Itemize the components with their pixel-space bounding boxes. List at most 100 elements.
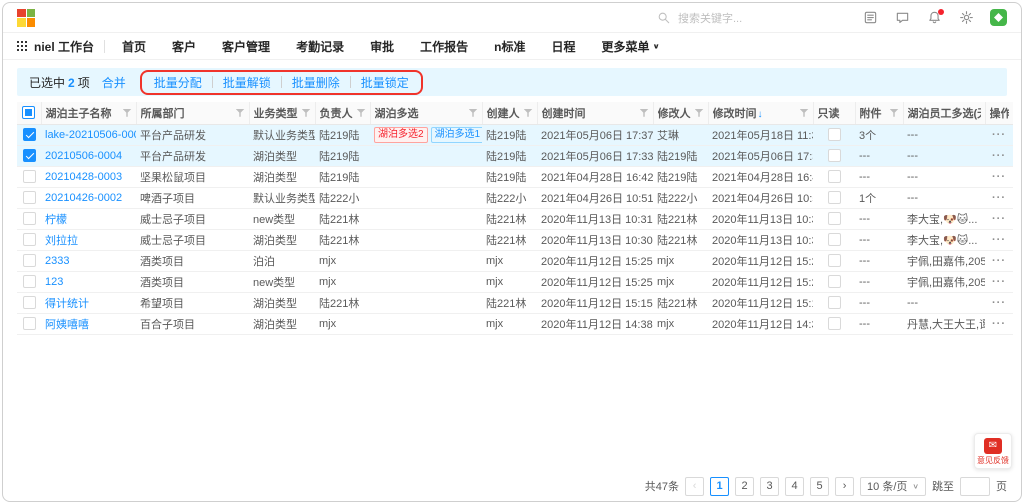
table-row[interactable]: 20210428-0003 坚果松鼠项目 湖泊类型 陆219陆 陆219陆 20… [17, 166, 1013, 187]
readonly-checkbox[interactable] [828, 296, 841, 309]
prev-page-button[interactable]: ‹ [685, 477, 704, 496]
nav-item-schedule[interactable]: 日程 [538, 38, 588, 55]
table-row[interactable]: 123 酒类项目 new类型 mjx mjx 2020年11月12日 15:25… [17, 271, 1013, 292]
row-checkbox[interactable] [23, 296, 36, 309]
modified-time-cell: 2021年04月28日 16:42 [708, 166, 813, 187]
lake-name-link[interactable]: 20210428-0003 [45, 171, 122, 183]
filter-icon[interactable] [800, 109, 809, 117]
batch-assign-button[interactable]: 批量分配 [154, 74, 202, 91]
row-checkbox[interactable] [23, 170, 36, 183]
row-actions-button[interactable]: ··· [992, 234, 1006, 246]
table-row[interactable]: 20210426-0002 啤酒子项目 默认业务类型 陆222小 陆222小 2… [17, 187, 1013, 208]
row-checkbox[interactable] [23, 128, 36, 141]
page-button-2[interactable]: 2 [735, 477, 754, 496]
lake-name-link[interactable]: 2333 [45, 255, 69, 267]
row-checkbox[interactable] [23, 233, 36, 246]
feedback-widget[interactable]: ✉ 意见反馈 [974, 433, 1012, 469]
nav-item-customer-mgmt[interactable]: 客户管理 [209, 38, 283, 55]
app-logo[interactable] [17, 9, 35, 27]
readonly-checkbox[interactable] [828, 317, 841, 330]
merge-button[interactable]: 合并 [102, 74, 126, 91]
page-button-1[interactable]: 1 [710, 477, 729, 496]
batch-lock-button[interactable]: 批量锁定 [361, 74, 409, 91]
row-actions-button[interactable]: ··· [992, 213, 1006, 225]
filter-icon[interactable] [302, 109, 311, 117]
row-checkbox[interactable] [23, 254, 36, 267]
owner-cell: mjx [315, 313, 370, 334]
readonly-checkbox[interactable] [828, 275, 841, 288]
nav-item-approval[interactable]: 审批 [357, 38, 407, 55]
row-actions-button[interactable]: ··· [992, 129, 1006, 141]
readonly-checkbox[interactable] [828, 254, 841, 267]
lake-name-link[interactable]: 20210506-0004 [45, 150, 122, 162]
row-checkbox[interactable] [23, 275, 36, 288]
nav-item-customer[interactable]: 客户 [159, 38, 209, 55]
readonly-checkbox[interactable] [828, 191, 841, 204]
workspace-title[interactable]: niel 工作台 [34, 38, 94, 55]
batch-unlock-button[interactable]: 批量解锁 [223, 74, 271, 91]
lake-name-link[interactable]: 20210426-0002 [45, 192, 122, 204]
bell-icon[interactable] [926, 10, 942, 26]
lake-name-link[interactable]: 得计统计 [45, 298, 89, 310]
filter-icon[interactable] [236, 109, 245, 117]
gear-icon[interactable] [958, 10, 974, 26]
table-row[interactable]: 刘拉拉 威士忌子项目 湖泊类型 陆221林 陆221林 2020年11月13日 … [17, 229, 1013, 250]
row-actions-button[interactable]: ··· [992, 192, 1006, 204]
filter-icon[interactable] [695, 109, 704, 117]
table-row[interactable]: 柠檬 威士忌子项目 new类型 陆221林 陆221林 2020年11月13日 … [17, 208, 1013, 229]
filter-icon[interactable] [640, 109, 649, 117]
row-actions-button[interactable]: ··· [992, 255, 1006, 267]
page-jump-input[interactable] [960, 477, 990, 496]
lake-name-link[interactable]: 柠檬 [45, 214, 67, 226]
lake-name-link[interactable]: 123 [45, 276, 63, 288]
docs-icon[interactable] [862, 10, 878, 26]
table-row[interactable]: 20210506-0004 平台产品研发 湖泊类型 陆219陆 陆219陆 20… [17, 145, 1013, 166]
table-row[interactable]: 阿姨嘻嘻 百合子项目 湖泊类型 mjx mjx 2020年11月12日 14:3… [17, 313, 1013, 334]
batch-delete-button[interactable]: 批量删除 [292, 74, 340, 91]
select-all-checkbox[interactable] [22, 106, 35, 119]
apps-grid-icon[interactable] [17, 41, 27, 51]
row-actions-button[interactable]: ··· [992, 150, 1006, 162]
nav-more-menu[interactable]: 更多菜单 ∨ [588, 38, 672, 55]
nav-item-work-report[interactable]: 工作报告 [407, 38, 481, 55]
readonly-checkbox[interactable] [828, 170, 841, 183]
dept-cell: 坚果松鼠项目 [136, 166, 249, 187]
readonly-checkbox[interactable] [828, 212, 841, 225]
app-launcher-icon[interactable] [990, 9, 1007, 26]
lake-name-link[interactable]: lake-20210506-0005 [45, 129, 136, 141]
modified-time-cell: 2021年04月26日 10:51 [708, 187, 813, 208]
row-checkbox[interactable] [23, 317, 36, 330]
filter-icon[interactable] [890, 109, 899, 117]
page-button-4[interactable]: 4 [785, 477, 804, 496]
row-actions-button[interactable]: ··· [992, 297, 1006, 309]
next-page-button[interactable]: › [835, 477, 854, 496]
col-header-owner: 负责人 [320, 105, 353, 121]
global-search-input[interactable]: 搜索关键字... [656, 10, 846, 26]
lake-name-link[interactable]: 阿姨嘻嘻 [45, 319, 89, 331]
table-row[interactable]: lake-20210506-0005 平台产品研发 默认业务类型 陆219陆 湖… [17, 124, 1013, 145]
row-checkbox[interactable] [23, 191, 36, 204]
lake-name-link[interactable]: 刘拉拉 [45, 235, 78, 247]
nav-item-attendance[interactable]: 考勤记录 [283, 38, 357, 55]
table-row[interactable]: 2333 酒类项目 泊泊 mjx mjx 2020年11月12日 15:25 m… [17, 250, 1013, 271]
page-button-3[interactable]: 3 [760, 477, 779, 496]
page-size-select[interactable]: 10 条/页 ∨ [860, 477, 926, 496]
table-row[interactable]: 得计统计 希望项目 湖泊类型 陆221林 陆221林 2020年11月12日 1… [17, 292, 1013, 313]
row-actions-button[interactable]: ··· [992, 276, 1006, 288]
chat-icon[interactable] [894, 10, 910, 26]
nav-item-n-standard[interactable]: n标准 [481, 38, 538, 55]
readonly-checkbox[interactable] [828, 149, 841, 162]
readonly-checkbox[interactable] [828, 233, 841, 246]
readonly-checkbox[interactable] [828, 128, 841, 141]
row-checkbox[interactable] [23, 149, 36, 162]
row-actions-button[interactable]: ··· [992, 318, 1006, 330]
row-checkbox[interactable] [23, 212, 36, 225]
filter-icon[interactable] [357, 109, 366, 117]
row-actions-button[interactable]: ··· [992, 171, 1006, 183]
nav-item-home[interactable]: 首页 [109, 38, 159, 55]
page-button-5[interactable]: 5 [810, 477, 829, 496]
filter-icon[interactable] [524, 109, 533, 117]
filter-icon[interactable] [469, 109, 478, 117]
modified-time-cell: 2020年11月12日 14:38 [708, 313, 813, 334]
filter-icon[interactable] [123, 109, 132, 117]
